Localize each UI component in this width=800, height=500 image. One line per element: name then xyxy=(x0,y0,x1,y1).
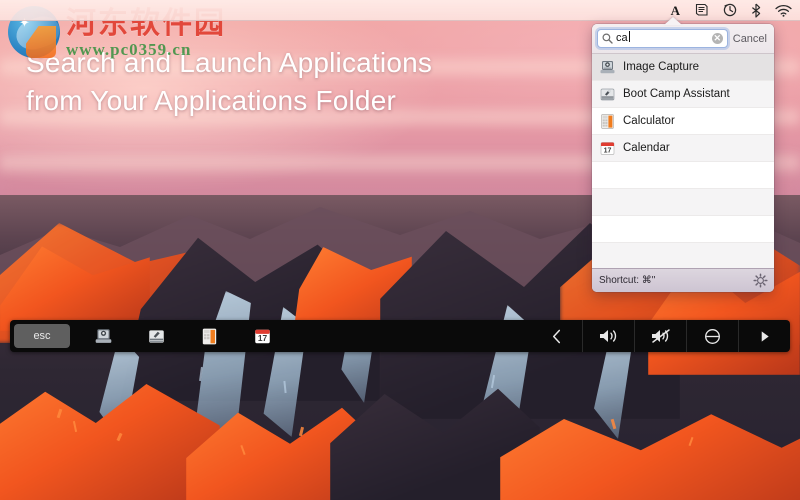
touchbar-siri-button[interactable] xyxy=(686,320,738,352)
svg-text:17: 17 xyxy=(604,147,612,154)
result-row-boot-camp-assistant[interactable]: Boot Camp Assistant xyxy=(592,81,774,108)
svg-text:17: 17 xyxy=(258,333,268,343)
clipboard-icon[interactable] xyxy=(694,0,709,21)
result-row-calendar[interactable]: 17 Calendar xyxy=(592,135,774,162)
input-source-letter: A xyxy=(670,2,680,18)
search-results-list: Image Capture Boot Camp Assistant Calcul… xyxy=(592,54,774,268)
search-input[interactable]: ca ✕ xyxy=(597,29,728,48)
touchbar-app-calculator[interactable] xyxy=(200,327,219,346)
touchbar-app-calendar[interactable]: 17 xyxy=(253,327,272,346)
bluetooth-icon[interactable] xyxy=(751,0,761,21)
calendar-icon: 17 xyxy=(599,140,616,157)
page-title-line-1: Search and Launch Applications xyxy=(26,47,433,78)
touchbar-play-button[interactable] xyxy=(738,320,790,352)
gear-icon[interactable] xyxy=(753,273,768,288)
empty-row xyxy=(592,162,774,189)
calculator-icon xyxy=(599,113,616,130)
touch-bar: esc 17 xyxy=(10,320,790,352)
cancel-button[interactable]: Cancel xyxy=(732,33,768,45)
result-label: Boot Camp Assistant xyxy=(623,88,730,100)
empty-row xyxy=(592,243,774,268)
empty-row xyxy=(592,189,774,216)
clear-icon[interactable]: ✕ xyxy=(711,33,723,44)
page-title: Search and Launch Applications from Your… xyxy=(26,44,432,120)
result-label: Calendar xyxy=(623,142,670,154)
image-capture-icon xyxy=(599,59,616,76)
search-icon xyxy=(602,33,613,44)
touchbar-app-image-capture[interactable] xyxy=(94,327,113,346)
text-caret xyxy=(628,31,630,42)
popover-arrow xyxy=(664,17,682,25)
search-query-text: ca xyxy=(616,32,628,44)
empty-row xyxy=(592,216,774,243)
search-input-value: ca xyxy=(616,30,709,47)
app-search-popover: ca ✕ Cancel Image Capture Boot Camp Assi… xyxy=(592,24,774,292)
touchbar-app-boot-camp[interactable] xyxy=(147,327,166,346)
result-row-image-capture[interactable]: Image Capture xyxy=(592,54,774,81)
popover-footer: Shortcut: ⌘" xyxy=(592,268,774,292)
boot-camp-assistant-icon xyxy=(599,86,616,103)
touchbar-app-strip: 17 xyxy=(94,327,272,346)
time-machine-icon[interactable] xyxy=(723,0,737,21)
touchbar-volume-button[interactable] xyxy=(582,320,634,352)
page-title-line-2: from Your Applications Folder xyxy=(26,85,397,116)
popover-header: ca ✕ Cancel xyxy=(592,24,774,54)
result-label: Calculator xyxy=(623,115,675,127)
touchbar-esc-button[interactable]: esc xyxy=(14,324,70,348)
touchbar-mute-button[interactable] xyxy=(634,320,686,352)
shortcut-label: Shortcut: ⌘" xyxy=(599,275,656,286)
wifi-icon[interactable] xyxy=(775,0,792,21)
touchbar-back-button[interactable] xyxy=(530,320,582,352)
touchbar-control-strip xyxy=(530,320,790,352)
result-row-calculator[interactable]: Calculator xyxy=(592,108,774,135)
result-label: Image Capture xyxy=(623,61,700,73)
